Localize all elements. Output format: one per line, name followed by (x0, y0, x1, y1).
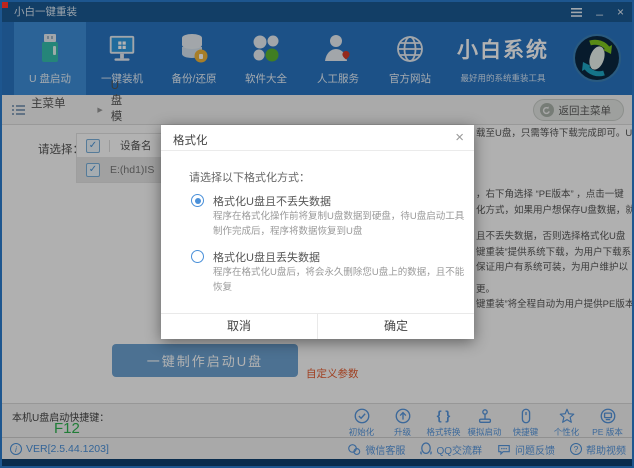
dialog-close-icon[interactable]: × (455, 129, 464, 146)
radio-keep-data-label[interactable]: 格式化U盘且不丢失数据 (213, 193, 331, 209)
radio-lose-data-label[interactable]: 格式化U盘且丢失数据 (213, 249, 320, 265)
format-dialog: 格式化 × 请选择以下格式化方式： 格式化U盘且不丢失数据 程序在格式化操作前将… (161, 125, 474, 339)
corner-marker (2, 2, 8, 8)
dialog-header: 格式化 × (161, 125, 474, 151)
app-window: 小白一键重装 _ × U 盘启动 一键装机 备份/还原 软件大全 人工服务 官方… (0, 0, 634, 468)
dialog-prompt: 请选择以下格式化方式： (189, 172, 310, 184)
confirm-button[interactable]: 确定 (318, 314, 474, 339)
dialog-title: 格式化 (173, 135, 208, 147)
dialog-footer: 取消 确定 (161, 313, 474, 339)
radio-lose-data-desc: 程序在格式化U盘后，将会永久删除您U盘上的数据，且不能恢复 (213, 267, 465, 293)
cancel-button[interactable]: 取消 (161, 314, 318, 339)
radio-keep-data-desc: 程序在格式化操作前将复制U盘数据到硬盘，待U盘启动工具制作完成后，程序将数据恢复… (213, 211, 465, 237)
radio-keep-data[interactable] (191, 194, 204, 207)
radio-lose-data[interactable] (191, 250, 204, 263)
